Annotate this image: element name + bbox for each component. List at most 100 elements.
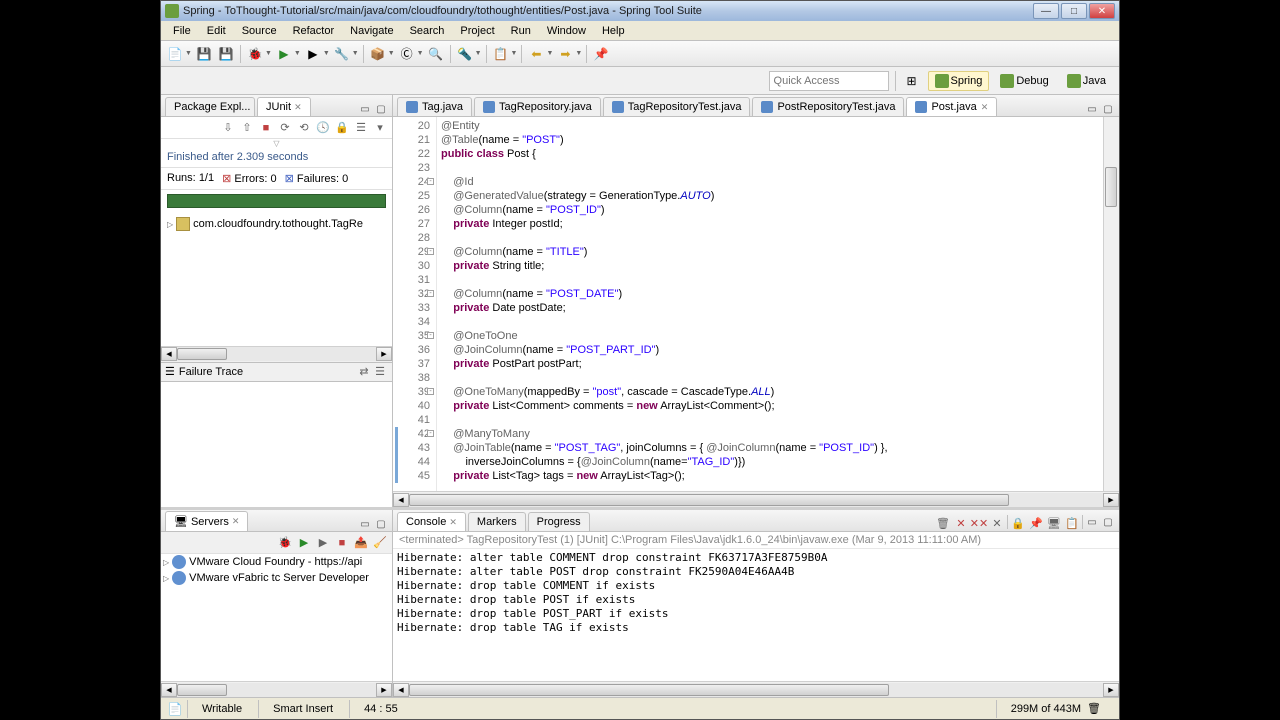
- rerun-failed-icon[interactable]: ⟲: [296, 120, 312, 136]
- compare-icon[interactable]: ⇄: [356, 364, 372, 380]
- profile-icon[interactable]: ▶: [315, 535, 331, 551]
- menu-refactor[interactable]: Refactor: [285, 23, 343, 39]
- menu-help[interactable]: Help: [594, 23, 633, 39]
- minimize-view-icon[interactable]: ▭: [358, 517, 372, 531]
- remove-launch-icon[interactable]: ✕: [953, 515, 969, 531]
- clear-console-icon[interactable]: 🗑: [935, 515, 951, 531]
- run-last-icon[interactable]: ▶: [303, 44, 323, 64]
- code-editor[interactable]: 2021222324-2526272829-303132-333435-3637…: [393, 117, 1119, 491]
- lock-icon[interactable]: 🔒: [334, 120, 350, 136]
- remove-all-icon[interactable]: ✕✕: [971, 515, 987, 531]
- window-title: Spring - ToThought-Tutorial/src/main/jav…: [183, 5, 1033, 17]
- menubar: FileEditSourceRefactorNavigateSearchProj…: [161, 21, 1119, 41]
- clean-icon[interactable]: 🧹: [372, 535, 388, 551]
- save-all-icon[interactable]: 💾: [216, 44, 236, 64]
- console-h-scrollbar[interactable]: ◀▶: [393, 681, 1119, 697]
- status-icon[interactable]: 📄: [165, 699, 185, 719]
- rerun-icon[interactable]: ⟳: [277, 120, 293, 136]
- server-item[interactable]: ▷VMware Cloud Foundry - https://api: [161, 554, 392, 570]
- open-perspective-icon[interactable]: ⊞: [902, 71, 922, 91]
- prev-failure-icon[interactable]: ⇧: [239, 120, 255, 136]
- minimize-editor-icon[interactable]: ▭: [1085, 102, 1099, 116]
- tree-item[interactable]: ▷ com.cloudfoundry.tothought.TagRe: [165, 216, 388, 232]
- v-scrollbar[interactable]: [1103, 117, 1119, 491]
- maximize-editor-icon[interactable]: ▢: [1101, 102, 1115, 116]
- toggle-breadcrumb-icon[interactable]: 📋: [491, 44, 511, 64]
- collapse-icon[interactable]: ▽: [161, 139, 392, 147]
- terminate-icon[interactable]: ✕: [989, 515, 1005, 531]
- tab-markers[interactable]: Markers: [468, 512, 526, 531]
- new-package-icon[interactable]: 📦: [368, 44, 388, 64]
- close-button[interactable]: ✕: [1089, 3, 1115, 19]
- editor-h-scrollbar[interactable]: ◀▶: [393, 491, 1119, 507]
- editor-tabs: Tag.javaTagRepository.javaTagRepositoryT…: [393, 95, 1119, 117]
- maximize-view-icon[interactable]: ▢: [374, 102, 388, 116]
- start-server-icon[interactable]: ▶: [296, 535, 312, 551]
- run-icon[interactable]: ▶: [274, 44, 294, 64]
- tab-console[interactable]: Console✕: [397, 512, 466, 531]
- perspective-debug[interactable]: Debug: [993, 71, 1055, 91]
- menu-edit[interactable]: Edit: [199, 23, 234, 39]
- expand-arrow-icon[interactable]: ▷: [167, 220, 173, 229]
- search-icon[interactable]: 🔦: [455, 44, 475, 64]
- tab-junit[interactable]: JUnit✕: [257, 97, 311, 116]
- layout-icon[interactable]: ☰: [353, 120, 369, 136]
- junit-toolbar: ⇩ ⇧ ■ ⟳ ⟲ 🕓 🔒 ☰ ▾: [161, 117, 392, 139]
- h-scrollbar[interactable]: ◀▶: [161, 346, 392, 362]
- server-item[interactable]: ▷VMware vFabric tc Server Developer: [161, 570, 392, 586]
- tab-progress[interactable]: Progress: [528, 512, 590, 531]
- back-icon[interactable]: ⬅: [526, 44, 546, 64]
- menu-file[interactable]: File: [165, 23, 199, 39]
- console-output[interactable]: Hibernate: alter table COMMENT drop cons…: [393, 549, 1119, 681]
- menu-window[interactable]: Window: [539, 23, 594, 39]
- pin-console-icon[interactable]: 📌: [1028, 515, 1044, 531]
- minimize-view-icon[interactable]: ▭: [358, 102, 372, 116]
- menu-project[interactable]: Project: [452, 23, 502, 39]
- gc-icon[interactable]: 🗑: [1087, 702, 1101, 715]
- junit-tree[interactable]: ▷ com.cloudfoundry.tothought.TagRe: [161, 212, 392, 346]
- editor-tab-postrepositorytest-java[interactable]: PostRepositoryTest.java: [752, 97, 904, 116]
- statusbar: 📄 Writable Smart Insert 44 : 55 299M of …: [161, 697, 1119, 719]
- minimize-button[interactable]: —: [1033, 3, 1059, 19]
- editor-tab-tagrepository-java[interactable]: TagRepository.java: [474, 97, 601, 116]
- menu-search[interactable]: Search: [402, 23, 453, 39]
- quick-access-input[interactable]: [769, 71, 889, 91]
- history-icon[interactable]: 🕓: [315, 120, 331, 136]
- menu-source[interactable]: Source: [234, 23, 285, 39]
- minimize-view-icon[interactable]: ▭: [1085, 515, 1099, 529]
- maximize-button[interactable]: □: [1061, 3, 1087, 19]
- menu-navigate[interactable]: Navigate: [342, 23, 401, 39]
- stop-server-icon[interactable]: ■: [334, 535, 350, 551]
- perspective-java[interactable]: Java: [1060, 71, 1113, 91]
- maximize-view-icon[interactable]: ▢: [374, 517, 388, 531]
- external-tools-icon[interactable]: 🔧: [332, 44, 352, 64]
- scroll-lock-icon[interactable]: 🔒: [1010, 515, 1026, 531]
- tab-servers[interactable]: 🖥 Servers ✕: [165, 511, 248, 531]
- save-icon[interactable]: 💾: [194, 44, 214, 64]
- stop-icon[interactable]: ■: [258, 120, 274, 136]
- new-class-icon[interactable]: Ⓒ: [397, 44, 417, 64]
- servers-h-scrollbar[interactable]: ◀▶: [161, 681, 392, 697]
- close-tab-icon[interactable]: ✕: [232, 516, 240, 527]
- status-heap: 299M of 443M 🗑: [996, 700, 1115, 718]
- tab-package-expl-[interactable]: Package Expl...: [165, 97, 255, 116]
- start-debug-icon[interactable]: 🐞: [277, 535, 293, 551]
- new-icon[interactable]: 📄: [165, 44, 185, 64]
- menu-run[interactable]: Run: [503, 23, 539, 39]
- perspective-spring[interactable]: Spring: [928, 71, 990, 91]
- filter-icon[interactable]: ☰: [372, 364, 388, 380]
- maximize-view-icon[interactable]: ▢: [1101, 515, 1115, 529]
- servers-tree[interactable]: ▷VMware Cloud Foundry - https://api▷VMwa…: [161, 554, 392, 681]
- debug-icon[interactable]: 🐞: [245, 44, 265, 64]
- next-failure-icon[interactable]: ⇩: [220, 120, 236, 136]
- editor-tab-tagrepositorytest-java[interactable]: TagRepositoryTest.java: [603, 97, 751, 116]
- editor-tab-tag-java[interactable]: Tag.java: [397, 97, 472, 116]
- display-console-icon[interactable]: 🖥: [1046, 515, 1062, 531]
- open-type-icon[interactable]: 🔍: [426, 44, 446, 64]
- forward-icon[interactable]: ➡: [555, 44, 575, 64]
- view-menu-icon[interactable]: ▾: [372, 120, 388, 136]
- open-console-icon[interactable]: 📋: [1064, 515, 1080, 531]
- editor-tab-post-java[interactable]: Post.java ✕: [906, 97, 997, 116]
- publish-icon[interactable]: 📤: [353, 535, 369, 551]
- pin-icon[interactable]: 📌: [591, 44, 611, 64]
